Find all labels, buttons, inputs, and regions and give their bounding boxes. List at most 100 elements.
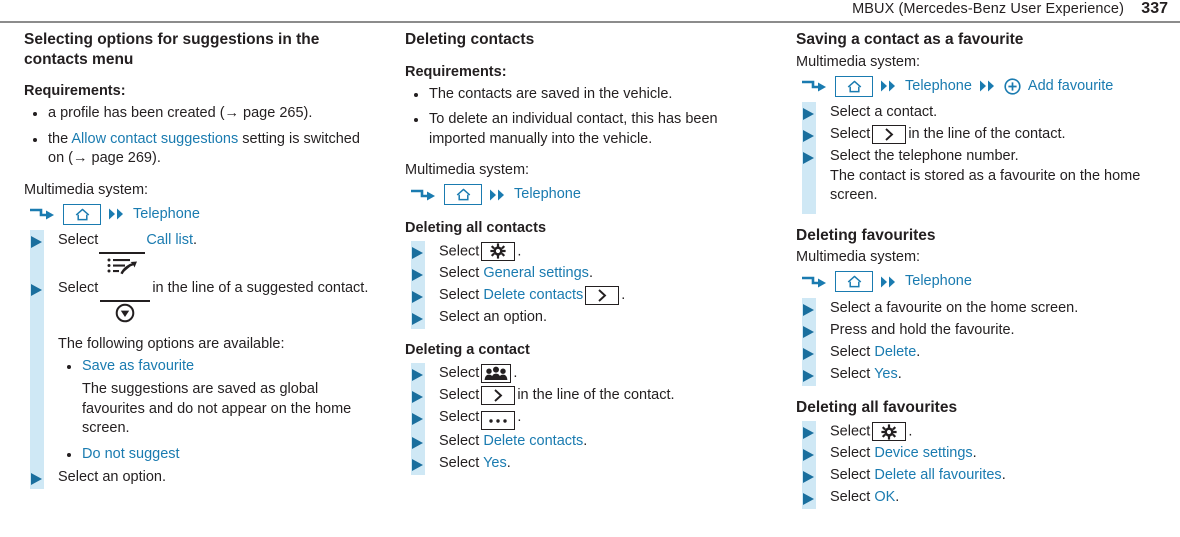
home-icon[interactable] bbox=[63, 203, 101, 225]
triangle-right-icon bbox=[412, 246, 423, 259]
requirements-label-1: Requirements: bbox=[24, 83, 126, 99]
step-item[interactable]: Select . bbox=[405, 241, 768, 263]
step-text-pre: Select bbox=[830, 365, 875, 382]
step-text-pre: Select bbox=[439, 286, 484, 303]
step-text: Select Delete contacts . bbox=[439, 285, 768, 306]
step-text-pre: Select bbox=[830, 467, 875, 483]
step-item[interactable]: Select Yes. bbox=[405, 453, 768, 475]
triangle-right-icon bbox=[412, 290, 423, 303]
link-delete-contacts[interactable]: Delete contacts bbox=[483, 287, 583, 303]
header-title: MBUX (Mercedes-Benz User Experience) bbox=[852, 1, 1124, 17]
option-item[interactable]: Save as favourite bbox=[58, 357, 375, 377]
nav-path-1[interactable]: Telephone bbox=[28, 202, 375, 226]
step-item[interactable]: Select . bbox=[405, 407, 768, 432]
link-allow-contact-suggestions[interactable]: Allow contact suggestions bbox=[71, 131, 238, 147]
home-icon[interactable] bbox=[444, 184, 482, 205]
step-item[interactable]: Select Yes. bbox=[796, 364, 1161, 386]
step-item[interactable]: Select Device settings. bbox=[796, 443, 1161, 465]
step-item[interactable]: Select . bbox=[796, 421, 1161, 443]
nav-path-label-telephone[interactable]: Telephone bbox=[133, 205, 200, 224]
stepped-arrow-icon bbox=[800, 274, 828, 290]
section-title-saving-favourite: Saving a contact as a favourite bbox=[796, 31, 1024, 48]
step-item[interactable]: Select a contact. bbox=[796, 102, 1161, 124]
nav-path-3[interactable]: Telephone Add favourite bbox=[800, 74, 1161, 98]
step-text-post: . bbox=[972, 445, 977, 461]
home-icon[interactable] bbox=[835, 75, 873, 97]
step-text: Select in the line of a suggested contac… bbox=[58, 279, 375, 324]
step-text-post: . bbox=[506, 455, 511, 471]
step-text: Select General settings. bbox=[439, 264, 768, 284]
triangle-right-icon bbox=[412, 368, 423, 381]
step-item[interactable]: Select the telephone number. The contact… bbox=[796, 146, 1161, 214]
link-device-settings[interactable]: Device settings bbox=[874, 445, 972, 461]
step-text-pre: Select bbox=[58, 280, 99, 296]
step-text: Select Delete all favourites. bbox=[830, 466, 1161, 486]
step-list-saving-favourite: Select a contact. Select in the line of … bbox=[796, 102, 1161, 214]
step-text-pre: Select bbox=[58, 232, 99, 248]
step-text: Select a favourite on the home screen. bbox=[830, 299, 1079, 316]
chevron-right-icon[interactable] bbox=[585, 285, 620, 305]
step-text: Select in the line of the contact. bbox=[830, 125, 1161, 145]
link-call-list[interactable]: Call list bbox=[146, 232, 193, 248]
gear-icon[interactable] bbox=[872, 422, 907, 441]
step-text-post: . bbox=[588, 264, 593, 281]
link-delete-contacts[interactable]: Delete contacts bbox=[483, 433, 583, 449]
step-text-post: . bbox=[1001, 467, 1006, 483]
nav-path-label-telephone[interactable]: Telephone bbox=[905, 272, 972, 291]
triangle-right-icon bbox=[803, 449, 814, 461]
chevron-right-icon[interactable] bbox=[872, 125, 907, 144]
step-item[interactable]: Select Delete contacts. bbox=[405, 431, 768, 453]
circle-down-arrow-icon[interactable] bbox=[100, 300, 151, 324]
section-title-selecting-options: Selecting options for suggestions in the… bbox=[24, 31, 320, 68]
link-do-not-suggest[interactable]: Do not suggest bbox=[82, 446, 180, 462]
step-item[interactable]: Select in the line of a suggested contac… bbox=[24, 278, 375, 334]
section-title-deleting-favourites: Deleting favourites bbox=[796, 226, 936, 244]
step-text-post: . bbox=[897, 365, 902, 382]
step-note-text: The contact is stored as a favourite on … bbox=[830, 167, 1141, 204]
contacts-group-icon[interactable] bbox=[481, 363, 512, 383]
multimedia-label-1: Multimedia system: bbox=[24, 181, 149, 198]
step-item[interactable]: Select a favourite on the home screen. bbox=[796, 298, 1161, 320]
link-delete[interactable]: Delete bbox=[874, 344, 916, 360]
step-item[interactable]: Select Delete. bbox=[796, 342, 1161, 364]
ellipsis-icon[interactable] bbox=[481, 411, 516, 430]
step-item[interactable]: Select in the line of the contact. bbox=[796, 124, 1161, 146]
link-yes[interactable]: Yes bbox=[483, 455, 507, 471]
nav-path-label-telephone[interactable]: Telephone bbox=[905, 77, 972, 96]
step-item[interactable]: Select an option. bbox=[405, 307, 768, 329]
step-text: Select Device settings. bbox=[830, 444, 1161, 464]
option-item[interactable]: Do not suggest bbox=[58, 445, 375, 465]
home-icon[interactable] bbox=[835, 271, 873, 292]
link-ok[interactable]: OK bbox=[874, 489, 895, 505]
step-item[interactable]: Select General settings. bbox=[405, 263, 768, 285]
page-number: 337 bbox=[1141, 0, 1168, 17]
nav-path-2[interactable]: Telephone bbox=[409, 183, 768, 207]
step-item[interactable]: Select Call list. bbox=[24, 230, 375, 278]
plus-circle-icon[interactable] bbox=[1004, 77, 1021, 95]
nav-path-4[interactable]: Telephone bbox=[800, 270, 1161, 294]
step-item[interactable]: Select Delete contacts . bbox=[405, 285, 768, 307]
nav-path-label-telephone[interactable]: Telephone bbox=[514, 185, 581, 204]
step-item[interactable]: Select an option. bbox=[24, 467, 375, 489]
step-text: Select . bbox=[439, 408, 768, 430]
triangle-right-icon bbox=[31, 473, 42, 485]
step-item[interactable]: Select . bbox=[405, 363, 768, 385]
chevron-right-icon[interactable] bbox=[481, 385, 516, 405]
step-text: Press and hold the favourite. bbox=[830, 321, 1015, 338]
nav-path-label-add-favourite[interactable]: Add favourite bbox=[1028, 77, 1113, 96]
triangle-right-icon bbox=[31, 236, 42, 248]
step-item[interactable]: Select in the line of the contact. bbox=[405, 385, 768, 407]
step-item[interactable]: Select OK. bbox=[796, 487, 1161, 509]
step-item[interactable]: Press and hold the favourite. bbox=[796, 320, 1161, 342]
step-item[interactable]: Select Delete all favourites. bbox=[796, 465, 1161, 487]
step-text-pre: Select bbox=[439, 455, 484, 471]
step-text-post: in the line of the contact. bbox=[908, 126, 1066, 142]
link-general-settings[interactable]: General settings bbox=[483, 265, 589, 281]
link-yes[interactable]: Yes bbox=[874, 366, 898, 382]
step-text-pre: Select bbox=[830, 126, 871, 142]
call-list-icon[interactable] bbox=[99, 252, 146, 276]
link-save-as-favourite[interactable]: Save as favourite bbox=[82, 358, 194, 374]
gear-icon[interactable] bbox=[481, 241, 516, 261]
link-delete-all-favourites[interactable]: Delete all favourites bbox=[874, 467, 1001, 483]
triangle-right-icon bbox=[803, 152, 814, 164]
